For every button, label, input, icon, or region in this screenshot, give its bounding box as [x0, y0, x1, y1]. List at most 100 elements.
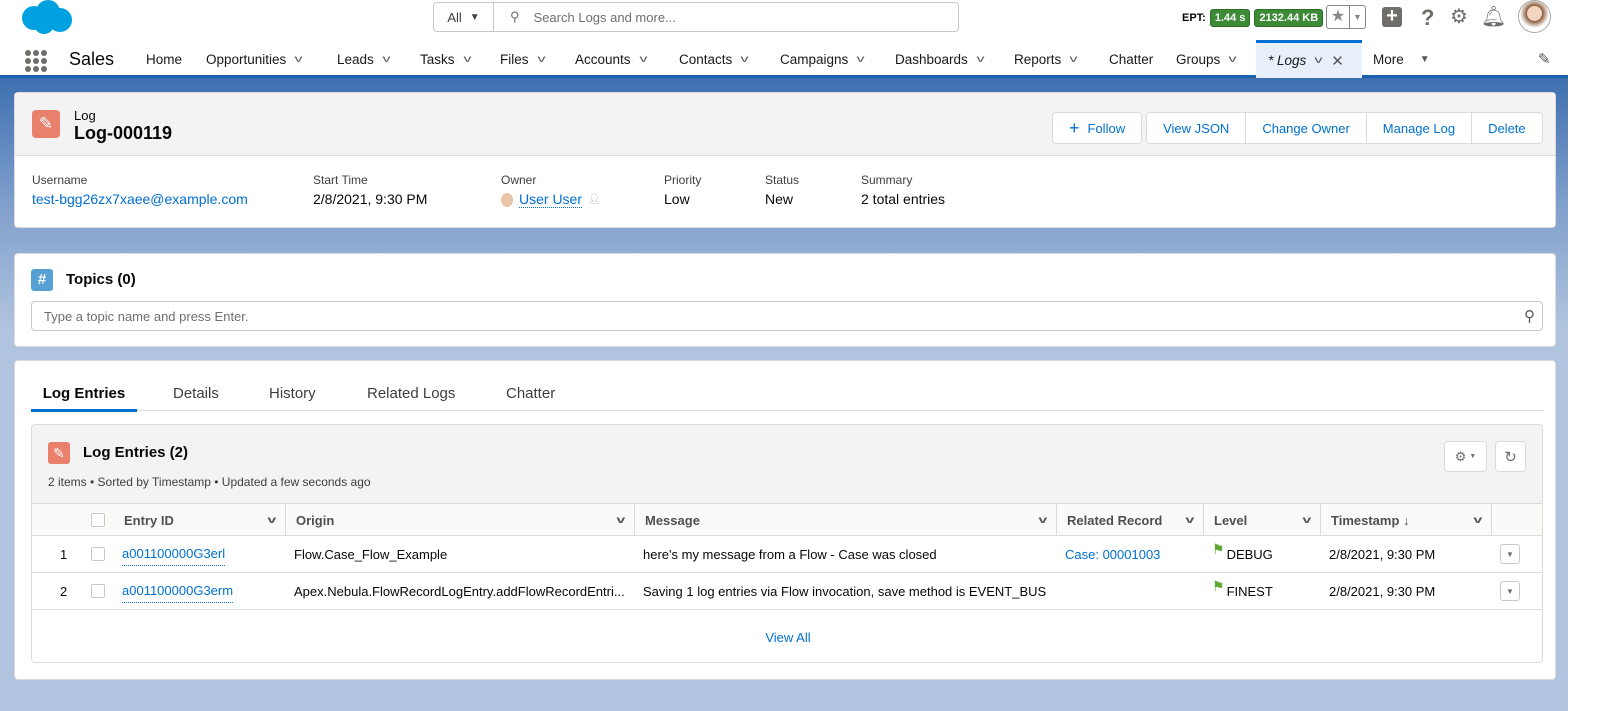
- view-json-button[interactable]: View JSON: [1146, 112, 1247, 144]
- notifications-bell-icon[interactable]: 🔔︎: [1481, 4, 1506, 29]
- global-add-icon[interactable]: +: [1382, 6, 1402, 27]
- refresh-button[interactable]: ↻: [1495, 441, 1526, 472]
- chevron-down-icon[interactable]: v: [463, 54, 471, 65]
- table-row: 2 a001100000G3erm Apex.Nebula.FlowRecord…: [32, 572, 1542, 609]
- nav-home[interactable]: Home: [146, 40, 182, 78]
- view-all-link[interactable]: View All: [765, 630, 810, 645]
- column-entry-id[interactable]: Entry ID v: [114, 504, 286, 536]
- record-header: ✎ Log Log-000119 + Follow View JSON Chang…: [14, 92, 1556, 228]
- edit-nav-icon[interactable]: ✎: [1538, 50, 1551, 68]
- star-icon[interactable]: ★: [1327, 6, 1349, 28]
- field-owner: Owner User User 👤︎: [501, 173, 601, 208]
- search-icon: ⚲: [1524, 308, 1535, 325]
- row-checkbox[interactable]: [91, 584, 105, 598]
- nav-contacts[interactable]: Contacts v: [679, 40, 749, 78]
- chevron-down-icon[interactable]: v: [1039, 515, 1048, 526]
- scrollbar-track[interactable]: [1568, 0, 1600, 711]
- tab-chatter[interactable]: Chatter: [506, 379, 555, 411]
- entry-id-link[interactable]: a001100000G3erm: [122, 579, 234, 603]
- global-header: All ▼ ⚲ Search Logs and more... EPT: 1.44 …: [0, 0, 1568, 40]
- nav-files[interactable]: Files v: [500, 40, 545, 78]
- column-level[interactable]: Level v: [1204, 504, 1321, 536]
- follow-button[interactable]: + Follow: [1052, 112, 1143, 144]
- row-checkbox[interactable]: [91, 547, 105, 561]
- field-start-time: Start Time 2/8/2021, 9:30 PM: [313, 173, 428, 207]
- help-icon[interactable]: ?: [1421, 5, 1434, 31]
- topics-card: # Topics (0) Type a topic name and press…: [14, 253, 1556, 347]
- global-search[interactable]: All ▼ ⚲ Search Logs and more...: [433, 2, 959, 32]
- caret-down-icon[interactable]: ▼: [1349, 6, 1365, 28]
- column-related-record[interactable]: Related Record v: [1057, 504, 1204, 536]
- change-owner-button[interactable]: Change Owner: [1246, 112, 1367, 144]
- chevron-down-icon[interactable]: v: [617, 515, 626, 526]
- chevron-down-icon[interactable]: v: [1186, 515, 1195, 526]
- caret-down-icon: ▼: [1469, 453, 1477, 460]
- ept-indicator: EPT: 1.44 s 2132.44 KB: [1182, 9, 1324, 27]
- flag-icon: ⚑: [1212, 540, 1225, 557]
- username-link[interactable]: test-bgg26zx7xaee@example.com: [32, 191, 248, 207]
- nav-dashboards[interactable]: Dashboards v: [895, 40, 984, 78]
- table-row: 1 a001100000G3erl Flow.Case_Flow_Example…: [32, 535, 1542, 572]
- chevron-down-icon[interactable]: v: [1474, 515, 1483, 526]
- search-input[interactable]: Search Logs and more...: [534, 10, 676, 25]
- column-timestamp[interactable]: Timestamp ↓ v: [1321, 504, 1492, 536]
- table-header: Entry ID v Origin v Message v Related Recor…: [32, 503, 1542, 536]
- chevron-down-icon[interactable]: v: [1070, 54, 1078, 65]
- column-message[interactable]: Message v: [635, 504, 1057, 536]
- chevron-down-icon[interactable]: v: [741, 54, 749, 65]
- object-label: Log: [74, 108, 96, 123]
- chevron-down-icon[interactable]: v: [1315, 55, 1323, 66]
- nav-reports[interactable]: Reports v: [1014, 40, 1078, 78]
- search-scope-select[interactable]: All ▼: [434, 3, 494, 31]
- delete-button[interactable]: Delete: [1472, 112, 1543, 144]
- nav-logs-active[interactable]: * Logs v ✕: [1256, 40, 1362, 78]
- manage-log-button[interactable]: Manage Log: [1366, 112, 1473, 144]
- row-actions-button[interactable]: ▼: [1500, 544, 1520, 564]
- nav-chatter[interactable]: Chatter: [1109, 40, 1153, 78]
- chevron-down-icon[interactable]: v: [1303, 515, 1312, 526]
- nav-more[interactable]: More ▼: [1373, 40, 1430, 78]
- gear-icon[interactable]: ⚙: [1450, 4, 1468, 29]
- nav-groups[interactable]: Groups v: [1176, 40, 1237, 78]
- chevron-down-icon[interactable]: v: [857, 54, 865, 65]
- nav-accounts[interactable]: Accounts v: [575, 40, 647, 78]
- search-icon: ⚲: [510, 9, 520, 24]
- entry-id-link[interactable]: a001100000G3erl: [122, 542, 226, 566]
- tab-log-entries[interactable]: Log Entries: [31, 379, 137, 412]
- related-record-link[interactable]: Case: 00001003: [1065, 536, 1160, 572]
- row-actions-button[interactable]: ▼: [1500, 581, 1520, 601]
- favorites-button[interactable]: ★ ▼: [1326, 5, 1366, 29]
- nav-opportunities[interactable]: Opportunities v: [206, 40, 303, 78]
- chevron-down-icon[interactable]: v: [639, 54, 647, 65]
- avatar[interactable]: [1518, 0, 1551, 33]
- chevron-down-icon[interactable]: v: [382, 54, 390, 65]
- close-tab-icon[interactable]: ✕: [1331, 52, 1344, 70]
- related-list-title[interactable]: Log Entries (2): [83, 444, 188, 461]
- tab-history[interactable]: History: [269, 379, 316, 411]
- select-all-checkbox[interactable]: [91, 513, 105, 527]
- list-settings-button[interactable]: ⚙ ▼: [1444, 441, 1487, 472]
- nav-campaigns[interactable]: Campaigns v: [780, 40, 865, 78]
- chevron-down-icon[interactable]: v: [1229, 54, 1237, 65]
- tab-related-logs[interactable]: Related Logs: [367, 379, 455, 411]
- chevron-down-icon[interactable]: v: [295, 54, 303, 65]
- nav-tasks[interactable]: Tasks v: [420, 40, 471, 78]
- log-entries-table: Entry ID v Origin v Message v Related Recor…: [32, 503, 1542, 662]
- chevron-down-icon[interactable]: v: [537, 54, 545, 65]
- app-launcher-icon[interactable]: [25, 50, 47, 72]
- salesforce-logo[interactable]: [18, 0, 74, 36]
- topic-input[interactable]: Type a topic name and press Enter. ⚲: [31, 301, 1543, 331]
- related-list-meta: 2 items • Sorted by Timestamp • Updated …: [48, 475, 371, 489]
- nav-leads[interactable]: Leads v: [337, 40, 390, 78]
- chevron-down-icon[interactable]: v: [976, 54, 984, 65]
- record-title: Log-000119: [74, 123, 173, 143]
- tab-details[interactable]: Details: [173, 379, 219, 411]
- change-owner-icon[interactable]: 👤︎: [588, 194, 601, 205]
- refresh-icon: ↻: [1504, 448, 1517, 466]
- chevron-down-icon[interactable]: v: [268, 515, 277, 526]
- owner-link[interactable]: User User: [519, 191, 583, 208]
- log-entries-related-list: ✎ Log Entries (2) 2 items • Sorted by Ti…: [31, 424, 1543, 663]
- caret-down-icon: ▼: [1419, 53, 1430, 65]
- column-origin[interactable]: Origin v: [286, 504, 635, 536]
- field-status: Status New: [765, 173, 800, 207]
